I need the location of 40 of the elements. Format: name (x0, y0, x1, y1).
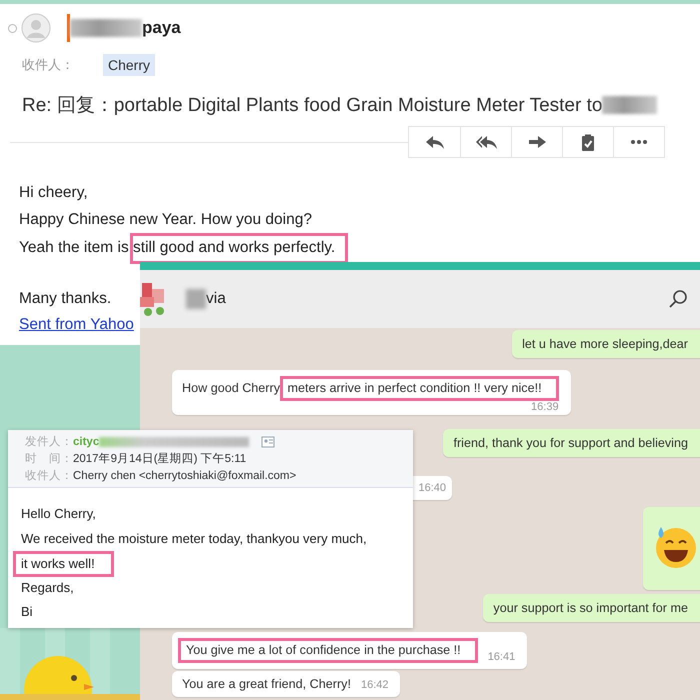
recipient-label: 收件人： (25, 468, 73, 483)
message-text: friend, thank you for support and believing (453, 436, 688, 450)
forward-icon (526, 133, 548, 151)
email-text: Happy Chinese new Year. How you doing? (19, 210, 312, 230)
email-text: We received the moisture meter today, thankyou very much, (21, 530, 367, 548)
email-text: Many thanks. (19, 288, 112, 308)
email-text: Bi (21, 603, 33, 621)
message-text: your support is so important for me (493, 601, 688, 615)
sender-name: paya (142, 18, 181, 38)
avatar-icon (21, 13, 51, 43)
message-time: 16:39 (531, 401, 559, 413)
recipient-label: 收件人： (22, 56, 75, 74)
recipient-address: Cherry chen <cherrytoshiaki@foxmail.com> (73, 470, 296, 482)
radio-button[interactable] (8, 24, 17, 32)
message-text: You are a great friend, Cherry! (182, 677, 351, 691)
message-time: 16:41 (488, 651, 516, 663)
reply-icon (424, 133, 446, 151)
email-subject: Re: 回复：portable Digital Plants food Grain Moisture Meter Tester to (22, 94, 602, 118)
accent-bar (67, 14, 70, 42)
message-text: How good Cherry meters arrive in perfect condition !! very nice!! (182, 376, 559, 401)
message-time: 16:40 (418, 482, 446, 494)
email-text: it works well! (13, 551, 114, 577)
contact-name: via (206, 290, 227, 308)
email-text: Hi cheery, (19, 183, 88, 203)
email-text: Hello Cherry, (21, 505, 96, 523)
search-icon[interactable] (668, 289, 688, 309)
message-text: let u have more sleeping,dear (522, 337, 688, 351)
redacted-block (186, 289, 206, 309)
sender-address: cityc (73, 436, 100, 448)
redacted-block (70, 19, 142, 37)
reply-all-icon (475, 133, 497, 151)
time-label: 时 间： (25, 452, 73, 466)
sender-label: 发件人： (25, 434, 73, 449)
recipient-chip[interactable]: Cherry (103, 54, 156, 76)
more-icon (630, 139, 648, 145)
sent-time: 2017年9月14日(星期四) 下午5:11 (73, 452, 246, 466)
redacted-block (602, 96, 658, 114)
email-text: Regards, (21, 578, 74, 597)
message-time: 16:42 (360, 679, 388, 691)
yahoo-link[interactable]: Sent from Yahoo (19, 316, 134, 333)
